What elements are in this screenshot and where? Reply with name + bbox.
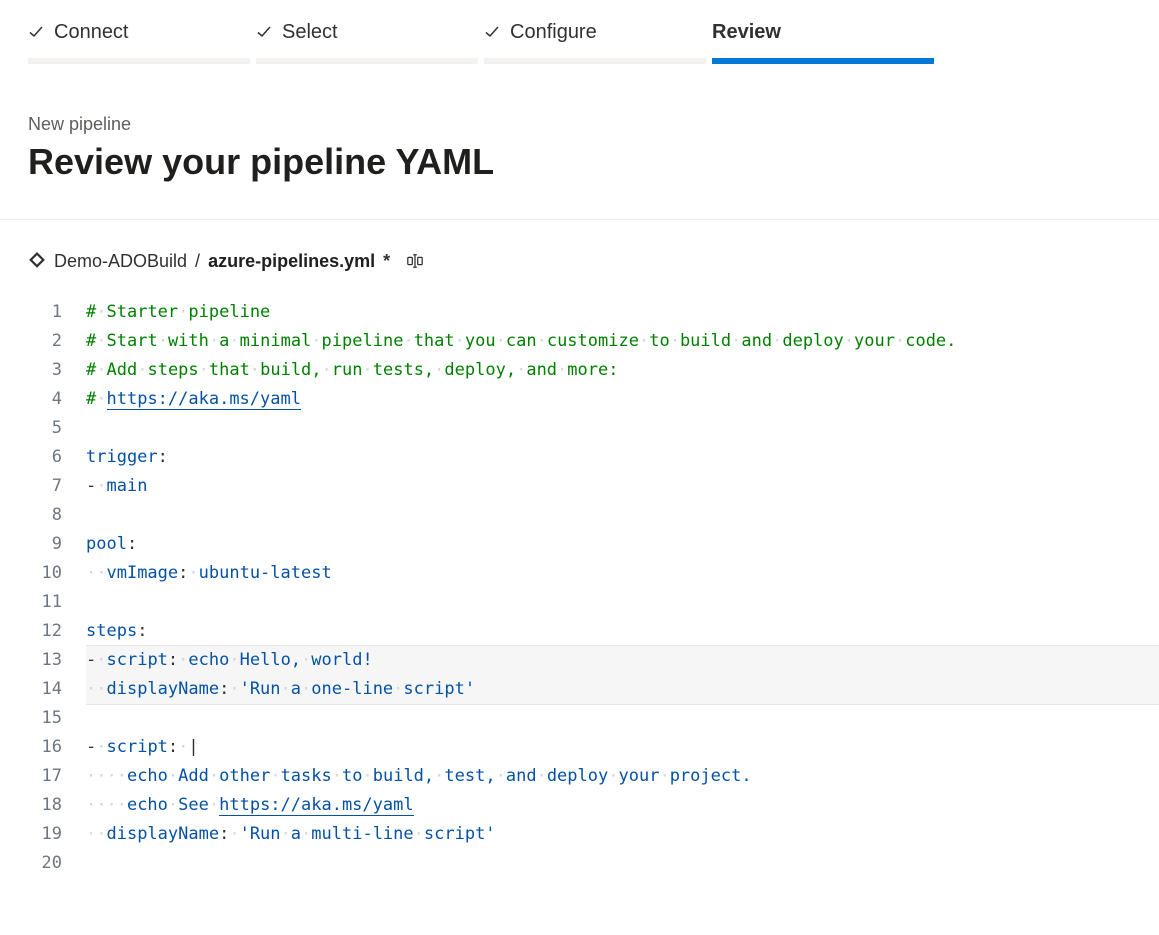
editor-line[interactable]: 11 (28, 588, 1159, 617)
rename-icon (406, 252, 424, 270)
editor-line[interactable]: 7-·main (28, 472, 1159, 501)
line-number: 17 (28, 762, 86, 791)
line-number: 12 (28, 617, 86, 646)
line-code[interactable]: steps: (86, 617, 1159, 646)
line-code[interactable]: ····echo·Add·other·tasks·to·build,·test,… (86, 762, 1159, 791)
step-review[interactable]: Review (712, 18, 934, 64)
editor-line[interactable]: 3#·Add·steps·that·build,·run·tests,·depl… (28, 356, 1159, 385)
editor-line[interactable]: 14··displayName:·'Run·a·one-line·script' (28, 675, 1159, 704)
line-code[interactable]: ··displayName:·'Run·a·multi-line·script' (86, 820, 1159, 849)
editor-line[interactable]: 20 (28, 849, 1159, 878)
file-breadcrumb: Demo-ADOBuild / azure-pipelines.yml * (0, 220, 1159, 298)
editor-line[interactable]: 8 (28, 501, 1159, 530)
file-name: azure-pipelines.yml (208, 251, 375, 272)
line-number: 15 (28, 704, 86, 733)
line-code[interactable] (86, 849, 1159, 878)
line-number: 6 (28, 443, 86, 472)
line-number: 11 (28, 588, 86, 617)
line-code[interactable]: -·main (86, 472, 1159, 501)
check-icon (484, 24, 500, 40)
page-title: Review your pipeline YAML (28, 141, 1131, 183)
editor-line[interactable]: 12steps: (28, 617, 1159, 646)
editor-line[interactable]: 13-·script:·echo·Hello,·world! (28, 646, 1159, 675)
line-number: 18 (28, 791, 86, 820)
step-configure[interactable]: Configure (484, 18, 706, 64)
editor-line[interactable]: 19··displayName:·'Run·a·multi-line·scrip… (28, 820, 1159, 849)
editor-line[interactable]: 17····echo·Add·other·tasks·to·build,·tes… (28, 762, 1159, 791)
line-code[interactable] (86, 414, 1159, 443)
line-number: 2 (28, 327, 86, 356)
page-subtitle: New pipeline (28, 114, 1131, 135)
rename-file-button[interactable] (402, 248, 428, 274)
line-number: 7 (28, 472, 86, 501)
repo-name[interactable]: Demo-ADOBuild (54, 251, 187, 272)
yaml-editor[interactable]: 1#·Starter·pipeline2#·Start·with·a·minim… (0, 298, 1159, 918)
line-number: 13 (28, 646, 86, 675)
step-connect[interactable]: Connect (28, 18, 250, 64)
step-label: Configure (510, 21, 597, 44)
line-code[interactable] (86, 501, 1159, 530)
line-number: 4 (28, 385, 86, 414)
line-code[interactable]: ··displayName:·'Run·a·one-line·script' (86, 675, 1159, 705)
dirty-indicator: * (383, 251, 390, 272)
repo-icon (28, 252, 46, 270)
step-progress-bar (256, 58, 478, 64)
editor-line[interactable]: 9pool: (28, 530, 1159, 559)
line-code[interactable]: ··vmImage:·ubuntu-latest (86, 559, 1159, 588)
step-label: Review (712, 21, 781, 44)
line-code[interactable] (86, 588, 1159, 617)
editor-line[interactable]: 15 (28, 704, 1159, 733)
editor-line[interactable]: 18····echo·See·https://aka.ms/yaml (28, 791, 1159, 820)
line-code[interactable]: ····echo·See·https://aka.ms/yaml (86, 791, 1159, 820)
step-progress-bar (28, 58, 250, 64)
line-code[interactable]: -·script:·| (86, 733, 1159, 762)
editor-line[interactable]: 6trigger: (28, 443, 1159, 472)
line-code[interactable]: #·Start·with·a·minimal·pipeline·that·you… (86, 327, 1159, 356)
editor-line[interactable]: 1#·Starter·pipeline (28, 298, 1159, 327)
wizard-steps: Connect Select Configure Review (0, 0, 1159, 64)
editor-line[interactable]: 2#·Start·with·a·minimal·pipeline·that·yo… (28, 327, 1159, 356)
line-number: 16 (28, 733, 86, 762)
check-icon (256, 24, 272, 40)
breadcrumb-separator: / (195, 251, 200, 272)
step-select[interactable]: Select (256, 18, 478, 64)
line-number: 20 (28, 849, 86, 878)
line-code[interactable]: pool: (86, 530, 1159, 559)
line-number: 19 (28, 820, 86, 849)
editor-line[interactable]: 4#·https://aka.ms/yaml (28, 385, 1159, 414)
page-header: New pipeline Review your pipeline YAML (0, 64, 1159, 220)
line-code[interactable]: #·Starter·pipeline (86, 298, 1159, 327)
editor-line[interactable]: 10··vmImage:·ubuntu-latest (28, 559, 1159, 588)
step-label: Connect (54, 21, 129, 44)
line-number: 8 (28, 501, 86, 530)
step-label: Select (282, 21, 338, 44)
line-number: 9 (28, 530, 86, 559)
step-progress-bar (712, 58, 934, 64)
editor-line[interactable]: 16-·script:·| (28, 733, 1159, 762)
line-number: 10 (28, 559, 86, 588)
line-number: 5 (28, 414, 86, 443)
line-code[interactable]: trigger: (86, 443, 1159, 472)
line-number: 14 (28, 675, 86, 704)
line-code[interactable]: -·script:·echo·Hello,·world! (86, 645, 1159, 676)
line-code[interactable]: #·https://aka.ms/yaml (86, 385, 1159, 414)
step-progress-bar (484, 58, 706, 64)
editor-line[interactable]: 5 (28, 414, 1159, 443)
line-number: 1 (28, 298, 86, 327)
check-icon (28, 24, 44, 40)
line-number: 3 (28, 356, 86, 385)
line-code[interactable] (86, 704, 1159, 733)
line-code[interactable]: #·Add·steps·that·build,·run·tests,·deplo… (86, 356, 1159, 385)
